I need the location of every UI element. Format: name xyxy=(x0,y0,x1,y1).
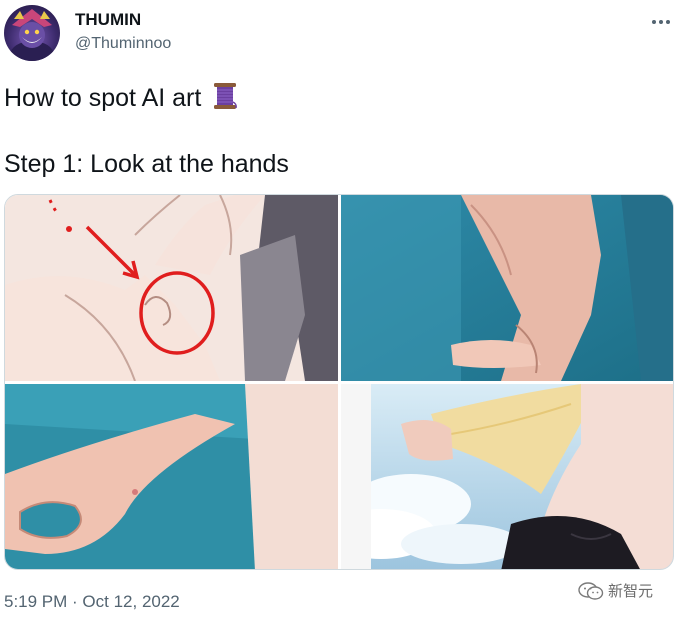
media-image-4[interactable] xyxy=(341,384,673,569)
author-handle[interactable]: @Thuminnoo xyxy=(75,35,171,53)
watermark: 新智元 xyxy=(578,580,653,601)
media-image-1[interactable] xyxy=(5,195,338,381)
author-display-name[interactable]: THUMIN xyxy=(75,10,141,30)
avatar[interactable] xyxy=(4,5,60,61)
tweet-card: THUMIN @Thuminnoo How to spot AI art Ste… xyxy=(0,0,680,618)
spool-of-thread-emoji xyxy=(214,83,238,109)
more-dot xyxy=(666,20,670,24)
watermark-label: 新智元 xyxy=(608,582,654,600)
media-image-2[interactable] xyxy=(341,195,673,381)
media-image-3[interactable] xyxy=(5,384,338,569)
tweet-text-line-2: Step 1: Look at the hands xyxy=(4,150,289,178)
tweet-text-line-1: How to spot AI art xyxy=(4,82,664,114)
tweet-text: How to spot AI art Step 1: Look at the h… xyxy=(4,82,664,180)
tweet-headline: How to spot AI art xyxy=(4,84,202,112)
wechat-icon xyxy=(578,581,604,600)
more-options-button[interactable] xyxy=(646,10,676,34)
tweet-timestamp[interactable]: 5:19 PM · Oct 12, 2022 xyxy=(4,592,180,612)
more-dot xyxy=(659,20,663,24)
media-grid xyxy=(4,194,674,570)
more-horizontal-icon xyxy=(652,20,656,24)
